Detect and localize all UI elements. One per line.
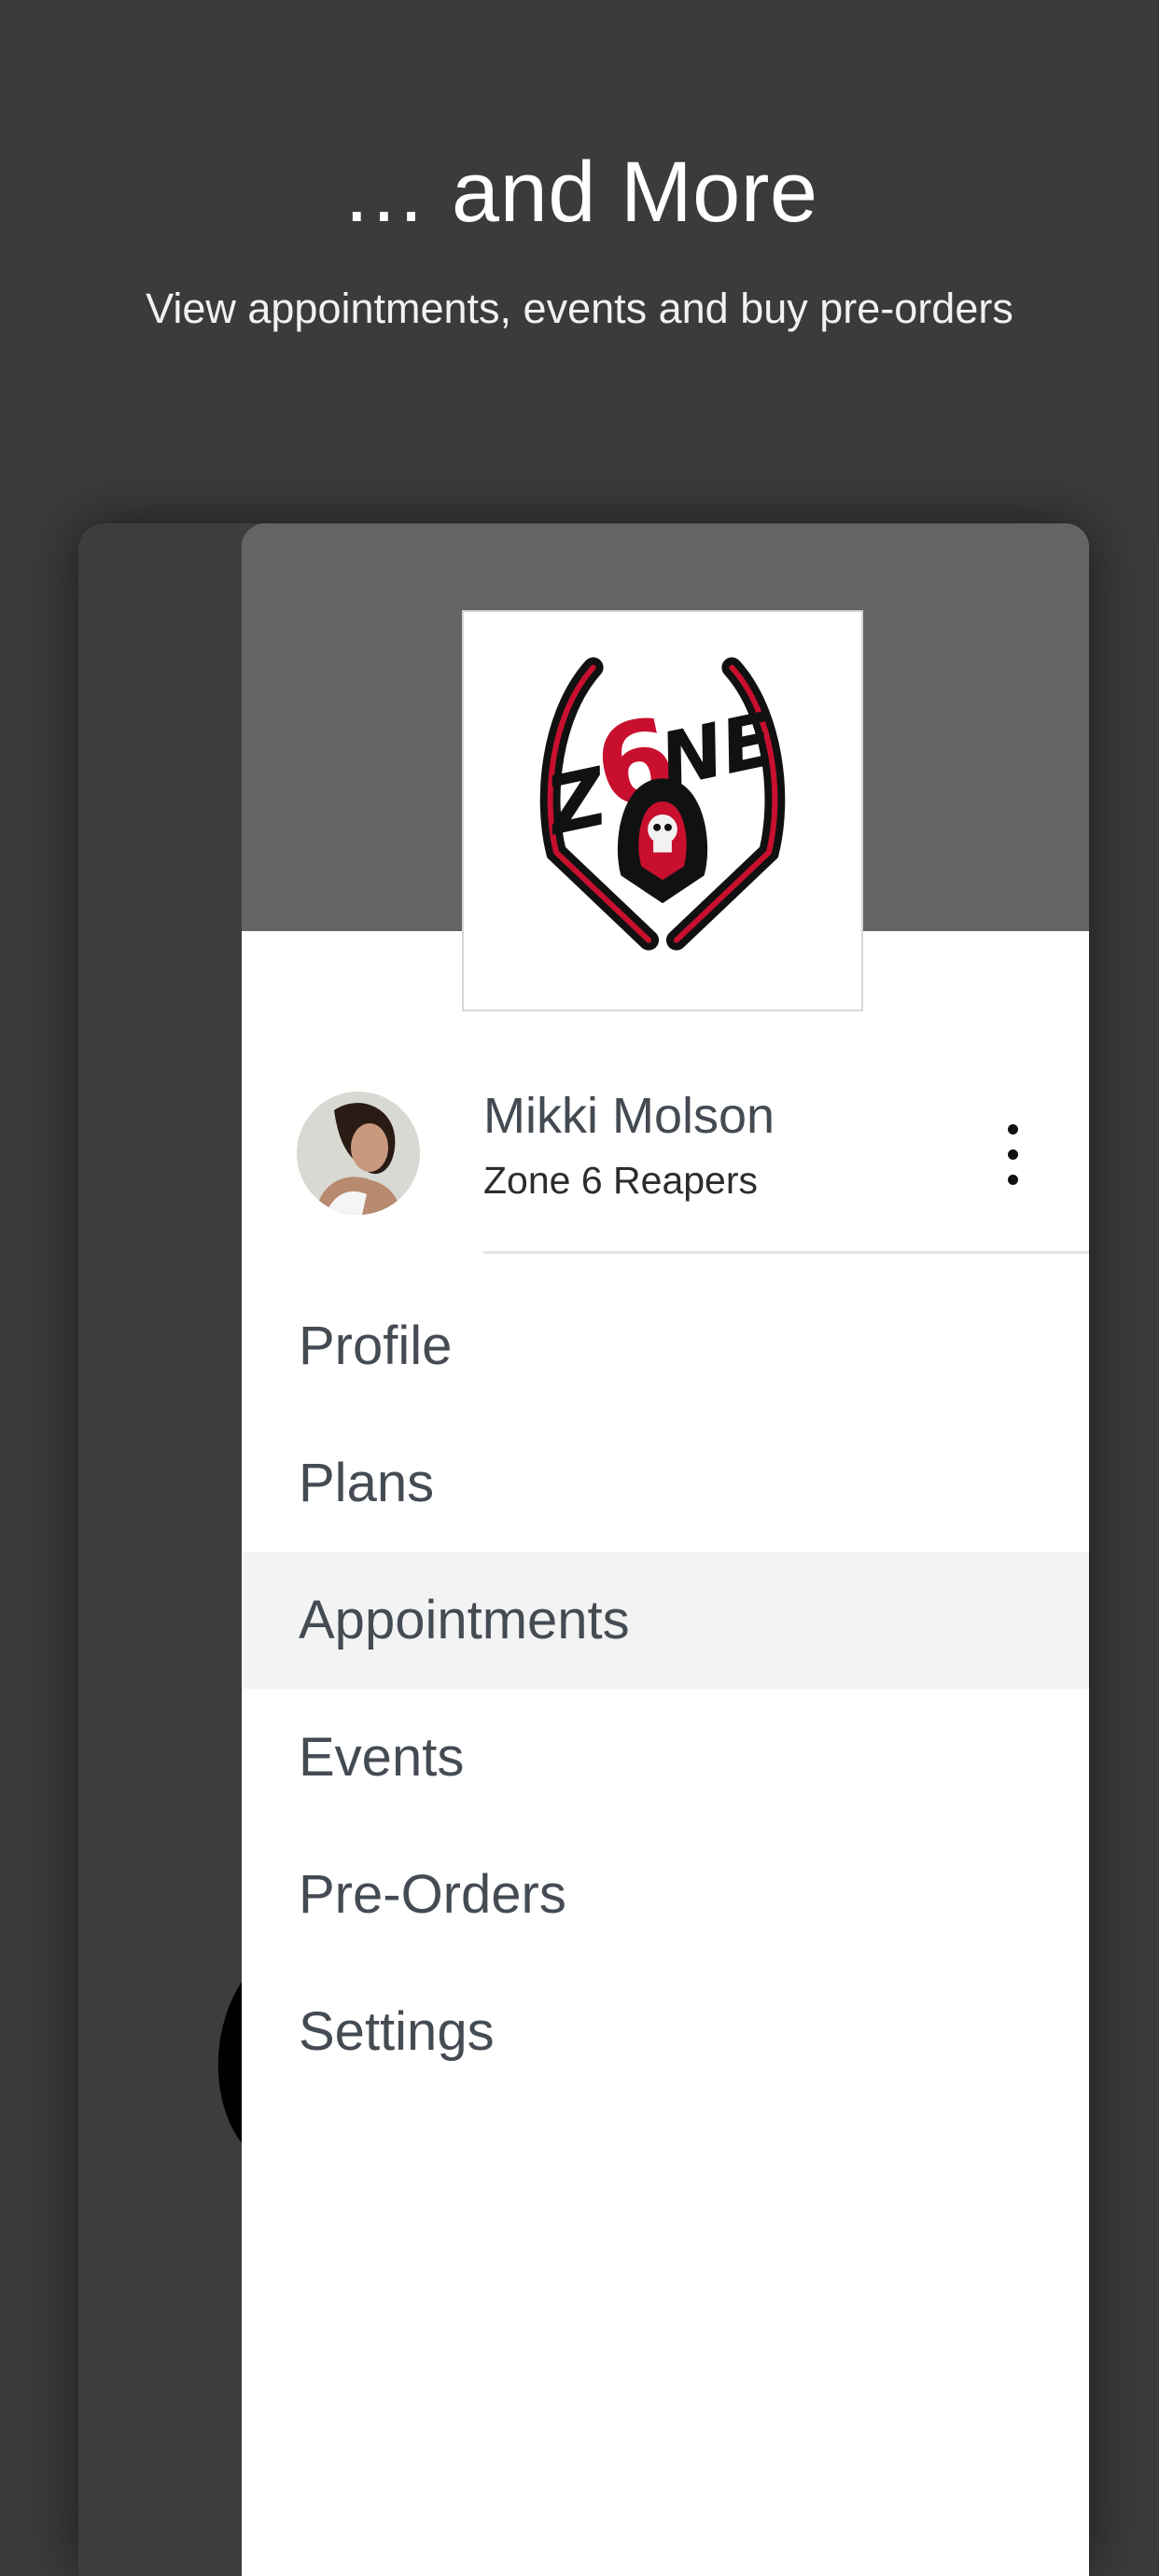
promo-headline: … and More bbox=[341, 145, 818, 240]
backdrop-silhouette-icon bbox=[217, 1982, 242, 2143]
club-logo: Z 6 NE bbox=[462, 610, 863, 1011]
user-avatar[interactable] bbox=[297, 1092, 420, 1215]
vertical-ellipsis-icon bbox=[1008, 1124, 1018, 1135]
menu-item-appointments[interactable]: Appointments bbox=[242, 1552, 1089, 1689]
zone6-reapers-logo-icon: Z 6 NE bbox=[537, 657, 786, 951]
app-backdrop bbox=[78, 523, 242, 2576]
menu-item-settings[interactable]: Settings bbox=[242, 1963, 1089, 2100]
drawer-menu: Profile Plans Appointments Events Pre-Or… bbox=[242, 1277, 1089, 2100]
user-summary: Mikki Molson Zone 6 Reapers bbox=[242, 1083, 1089, 1249]
promo-subheadline: View appointments, events and buy pre-or… bbox=[146, 285, 1013, 332]
vertical-ellipsis-dot bbox=[1008, 1175, 1018, 1185]
menu-item-pre-orders[interactable]: Pre-Orders bbox=[242, 1826, 1089, 1963]
more-options-button[interactable] bbox=[999, 1122, 1027, 1188]
menu-item-plans[interactable]: Plans bbox=[242, 1414, 1089, 1552]
navigation-drawer: Z 6 NE Mikki Molson Zone 6 Reapers Profi… bbox=[242, 523, 1089, 2576]
user-name: Mikki Molson bbox=[483, 1088, 775, 1144]
user-divider bbox=[483, 1251, 1089, 1254]
user-avatar-icon bbox=[297, 1092, 420, 1215]
user-team: Zone 6 Reapers bbox=[483, 1159, 759, 1202]
menu-item-events[interactable]: Events bbox=[242, 1689, 1089, 1826]
menu-item-profile[interactable]: Profile bbox=[242, 1277, 1089, 1414]
vertical-ellipsis-dot bbox=[1008, 1149, 1018, 1160]
